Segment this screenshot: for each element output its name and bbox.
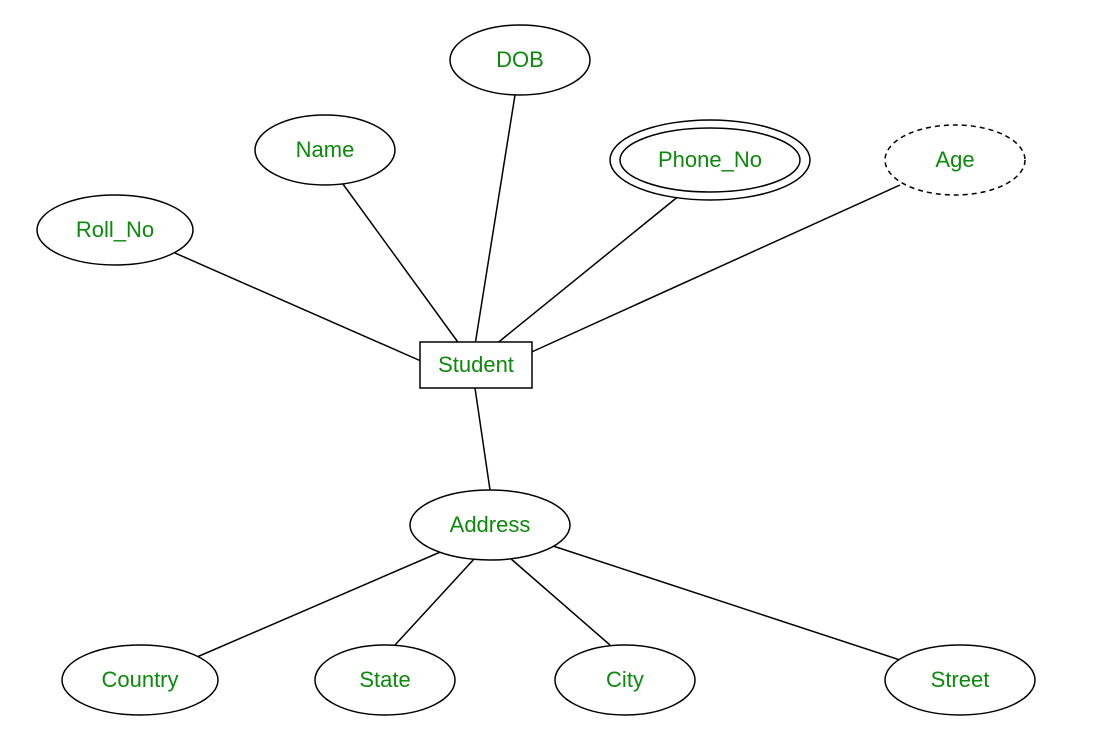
attr-country-label: Country	[101, 667, 178, 692]
edge-student-address	[475, 388, 490, 490]
edge-address-city	[510, 558, 610, 645]
edge-student-phoneno	[495, 195, 680, 345]
attr-city-label: City	[606, 667, 644, 692]
edge-address-country	[190, 550, 445, 660]
edge-student-rollno	[175, 253, 430, 365]
attr-age-label: Age	[935, 147, 974, 172]
edge-student-dob	[475, 95, 515, 345]
attr-street-label: Street	[931, 667, 990, 692]
entity-student-label: Student	[438, 352, 514, 377]
attr-state-label: State	[359, 667, 410, 692]
attr-rollno-label: Roll_No	[76, 217, 154, 242]
edge-student-name	[340, 180, 460, 345]
attr-phoneno-label: Phone_No	[658, 147, 762, 172]
attr-name-label: Name	[296, 137, 355, 162]
attr-dob-label: DOB	[496, 47, 544, 72]
edge-student-age	[525, 185, 900, 355]
edge-address-street	[550, 545, 900, 660]
er-diagram-canvas: Student Roll_No Name DOB Phone_No Age Ad…	[0, 0, 1112, 753]
edge-address-state	[395, 558, 475, 645]
attr-address-label: Address	[450, 512, 531, 537]
